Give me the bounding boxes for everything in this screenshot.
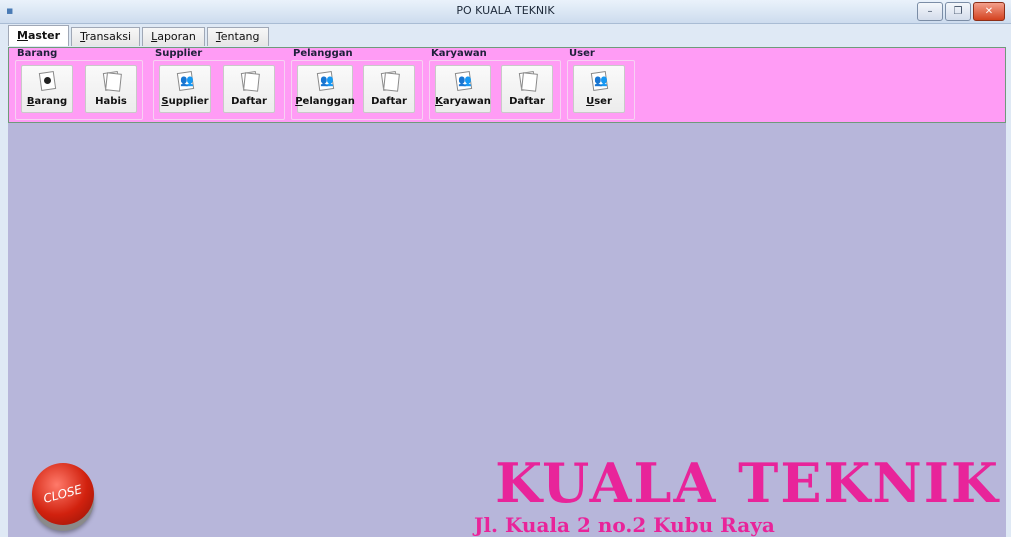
title-bar: ▪ PO KUALA TEKNIK – ❐ ✕ [0, 0, 1011, 24]
main-area: CLOSE KUALA TEKNIK Jl. Kuala 2 no.2 Kubu… [8, 123, 1006, 537]
tab-master[interactable]: Master [8, 25, 70, 46]
group-label: Pelanggan [293, 48, 353, 59]
daftar-supplier-button[interactable]: Daftar [223, 65, 275, 113]
restore-icon: ❐ [953, 6, 963, 17]
close-window-button[interactable]: ✕ [973, 2, 1005, 21]
group-label: Karyawan [431, 48, 487, 59]
tab-label: entang [220, 30, 260, 43]
close-icon: ✕ [984, 6, 994, 17]
list-icon [516, 71, 538, 92]
habis-button[interactable]: Habis [85, 65, 137, 113]
button-label: Daftar [371, 96, 407, 107]
pelanggan-button[interactable]: 👥 Pelanggan [295, 65, 355, 113]
brand-address: Jl. Kuala 2 no.2 Kubu Raya [474, 513, 775, 537]
group-supplier: Supplier 👥 Supplier Daftar [153, 48, 287, 120]
people-icon: 👥 [314, 71, 336, 91]
daftar-pelanggan-button[interactable]: Daftar [363, 65, 415, 113]
tab-tentang[interactable]: Tentang [206, 27, 269, 46]
barang-button[interactable]: Barang [21, 65, 73, 113]
button-label: Supplier [161, 96, 209, 107]
close-button-label: CLOSE [42, 482, 84, 506]
button-label: Pelanggan [295, 96, 355, 107]
list-icon [100, 71, 122, 92]
group-label: Barang [17, 48, 58, 59]
list-icon [378, 71, 400, 92]
group-user: User 👥 User [567, 48, 637, 120]
minimize-button[interactable]: – [917, 2, 943, 21]
daftar-karyawan-button[interactable]: Daftar [501, 65, 553, 113]
list-icon [238, 71, 260, 92]
button-label: Daftar [231, 96, 267, 107]
people-icon: 👥 [174, 71, 196, 91]
close-app-button[interactable]: CLOSE [32, 463, 94, 525]
people-icon: 👥 [588, 71, 610, 91]
user-button[interactable]: 👥 User [573, 65, 625, 113]
button-label: Karyawan [435, 96, 491, 107]
tab-label: aster [27, 29, 61, 42]
tab-mnemonic: M [17, 29, 28, 42]
restore-button[interactable]: ❐ [945, 2, 971, 21]
group-barang: Barang Barang Habis [15, 48, 145, 120]
button-label: Habis [95, 96, 127, 107]
menu-tabs: Master Transaksi Laporan Tentang [8, 25, 271, 47]
group-karyawan: Karyawan 👥 Karyawan Daftar [429, 48, 563, 120]
people-icon: 👥 [452, 71, 474, 91]
item-icon [36, 71, 58, 91]
supplier-button[interactable]: 👥 Supplier [159, 65, 211, 113]
button-label: User [586, 96, 612, 107]
ribbon: Barang Barang Habis Supplier 👥 Supplier … [8, 47, 1006, 123]
button-label: Daftar [509, 96, 545, 107]
brand-name: KUALA TEKNIK [495, 451, 1000, 515]
tab-laporan[interactable]: Laporan [142, 27, 205, 46]
tab-label: ransaksi [85, 30, 132, 43]
group-label: User [569, 48, 595, 59]
button-label: Barang [26, 96, 68, 107]
group-pelanggan: Pelanggan 👥 Pelanggan Daftar [291, 48, 425, 120]
minimize-icon: – [927, 6, 933, 17]
tab-transaksi[interactable]: Transaksi [71, 27, 141, 46]
window-controls: – ❐ ✕ [915, 2, 1005, 21]
karyawan-button[interactable]: 👥 Karyawan [435, 65, 491, 113]
window-title: PO KUALA TEKNIK [456, 4, 555, 17]
group-label: Supplier [155, 48, 203, 59]
tab-label: aporan [157, 30, 196, 43]
